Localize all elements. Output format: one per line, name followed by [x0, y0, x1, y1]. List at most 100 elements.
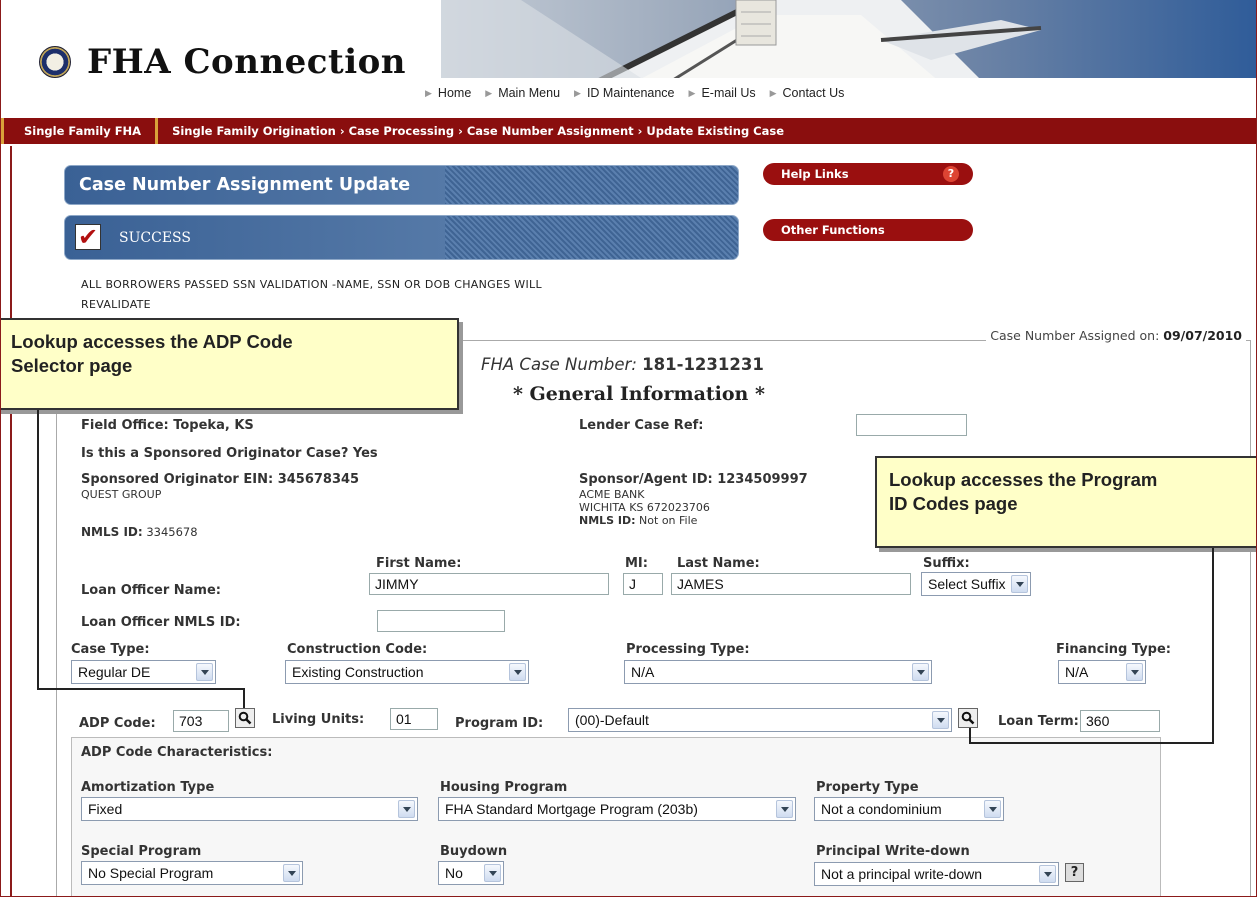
status-label: SUCCESS: [119, 230, 191, 246]
financing-type-select[interactable]: N/A: [1058, 660, 1146, 684]
construction-code-select[interactable]: Existing Construction: [285, 660, 529, 684]
mi-input[interactable]: J: [623, 573, 663, 595]
app-title: FHA Connection: [87, 42, 407, 82]
living-units-input[interactable]: 01: [390, 708, 438, 730]
magnifier-icon: [961, 711, 975, 725]
housing-program-select[interactable]: FHA Standard Mortgage Program (203b): [438, 797, 796, 821]
chevron-down-icon: [196, 663, 213, 681]
lender-case-ref-input[interactable]: [856, 414, 967, 436]
other-functions-label: Other Functions: [781, 223, 885, 237]
select-value: No Special Program: [88, 865, 214, 881]
case-number-value: 181-1231231: [642, 355, 764, 374]
select-value: N/A: [1065, 664, 1089, 680]
callout-line: Selector page: [11, 355, 133, 376]
amortization-type-select[interactable]: Fixed: [81, 797, 418, 821]
chevron-down-icon: [932, 711, 949, 729]
adp-code-input[interactable]: 703: [173, 710, 229, 732]
help-links-button[interactable]: Help Links ?: [763, 163, 973, 185]
nmls-label: NMLS ID:: [579, 514, 636, 527]
breadcrumb-separator: ›: [339, 124, 345, 138]
loan-term-input[interactable]: 360: [1080, 710, 1160, 732]
chevron-down-icon: [1039, 865, 1056, 883]
loan-officer-nmls-input[interactable]: [377, 610, 505, 632]
breadcrumb-item[interactable]: Case Processing: [349, 124, 455, 138]
select-value: Existing Construction: [292, 664, 424, 680]
processing-type-select[interactable]: N/A: [624, 660, 932, 684]
case-number: FHA Case Number: 181-1231231: [481, 355, 764, 374]
processing-type-label: Processing Type:: [626, 642, 750, 657]
app-logo: FHA Connection: [39, 40, 406, 84]
assigned-label: Case Number Assigned on:: [990, 328, 1160, 343]
loan-officer-nmls-label: Loan Officer NMLS ID:: [81, 615, 241, 630]
question-icon: ?: [943, 166, 959, 182]
nav-id-maintenance[interactable]: ▶ ID Maintenance: [574, 86, 674, 100]
nav-label: ID Maintenance: [586, 86, 675, 100]
originator-name: QUEST GROUP: [81, 488, 162, 501]
case-assigned-date: Case Number Assigned on: 09/07/2010: [986, 328, 1246, 343]
chevron-down-icon: [509, 663, 526, 681]
breadcrumb-current: Update Existing Case: [646, 124, 785, 138]
program-lookup-button[interactable]: [958, 708, 978, 728]
callout-line: Lookup accesses the ADP Code: [11, 331, 293, 352]
page-title: Case Number Assignment Update: [79, 175, 411, 195]
buydown-select[interactable]: No: [438, 861, 504, 885]
breadcrumb-item[interactable]: Single Family Origination: [172, 124, 336, 138]
status-message: ALL BORROWERS PASSED SSN VALIDATION -NAM…: [81, 275, 721, 315]
nav-main-menu[interactable]: ▶ Main Menu: [485, 86, 560, 100]
adp-code-label: ADP Code:: [79, 716, 156, 731]
nav-email-us[interactable]: ▶ E-mail Us: [689, 86, 756, 100]
originator-ein: Sponsored Originator EIN: 345678345: [81, 472, 360, 487]
sponsored-question: Is this a Sponsored Originator Case? Yes: [81, 446, 378, 461]
nav-label: Main Menu: [498, 86, 561, 100]
nav-arrow-icon: ▶: [688, 87, 696, 98]
status-message-line: ALL BORROWERS PASSED SSN VALIDATION -NAM…: [81, 278, 542, 291]
housing-program-label: Housing Program: [440, 780, 568, 795]
sponsor-name: ACME BANK: [579, 488, 645, 501]
nav-home[interactable]: ▶ Home: [425, 86, 471, 100]
chevron-down-icon: [1011, 575, 1028, 593]
assigned-date: 09/07/2010: [1163, 328, 1242, 343]
chevron-down-icon: [398, 800, 415, 818]
chevron-down-icon: [776, 800, 793, 818]
page: FHA Connection ▶ Home ▶ Main Menu ▶ ID Main…: [0, 0, 1257, 897]
case-number-label: FHA Case Number:: [481, 355, 637, 374]
principal-writedown-label: Principal Write-down: [816, 844, 970, 859]
nav-arrow-icon: ▶: [425, 87, 432, 98]
breadcrumb-item[interactable]: Case Number Assignment: [467, 124, 634, 138]
breadcrumb-separator: ›: [458, 124, 463, 138]
nav-contact-us[interactable]: ▶ Contact Us: [770, 86, 845, 100]
program-id-select[interactable]: (00)-Default: [568, 708, 952, 732]
nav-label: E-mail Us: [701, 86, 756, 100]
property-type-select[interactable]: Not a condominium: [814, 797, 1004, 821]
breadcrumb: Single Family FHA Single Family Originat…: [1, 118, 1256, 144]
chevron-down-icon: [1126, 663, 1143, 681]
suffix-select[interactable]: Select Suffix: [921, 572, 1031, 596]
status-message-line: REVALIDATE: [81, 298, 151, 311]
hud-seal-icon: [39, 46, 71, 78]
financing-type-label: Financing Type:: [1056, 642, 1171, 657]
special-program-select[interactable]: No Special Program: [81, 861, 303, 885]
last-name-input[interactable]: JAMES: [671, 573, 911, 595]
breadcrumb-root[interactable]: Single Family FHA: [4, 124, 155, 138]
select-value: Fixed: [88, 801, 123, 817]
callout-connector: [969, 728, 971, 744]
first-name-input[interactable]: JIMMY: [369, 573, 609, 595]
amortization-type-label: Amortization Type: [81, 780, 215, 795]
case-type-select[interactable]: Regular DE: [71, 660, 216, 684]
select-value: N/A: [631, 664, 655, 680]
breadcrumb-separator: ›: [637, 124, 643, 138]
principal-writedown-select[interactable]: Not a principal write-down: [814, 862, 1059, 886]
loan-officer-name-label: Loan Officer Name:: [81, 583, 221, 598]
special-program-label: Special Program: [81, 844, 202, 859]
program-lookup-callout: Lookup accesses the Program ID Codes pag…: [875, 456, 1256, 548]
callout-line: ID Codes page: [889, 493, 1018, 514]
other-functions-button[interactable]: Other Functions: [763, 219, 973, 241]
help-icon[interactable]: ?: [1065, 863, 1084, 882]
adp-lookup-button[interactable]: [235, 708, 255, 728]
section-title: * General Information *: [513, 383, 765, 405]
callout-line: Lookup accesses the Program: [889, 469, 1158, 490]
banner: FHA Connection ▶ Home ▶ Main Menu ▶ ID Main…: [1, 0, 1256, 118]
select-value: Regular DE: [78, 664, 151, 680]
case-type-label: Case Type:: [71, 642, 150, 657]
originator-nmls: NMLS ID: 3345678: [81, 526, 198, 539]
